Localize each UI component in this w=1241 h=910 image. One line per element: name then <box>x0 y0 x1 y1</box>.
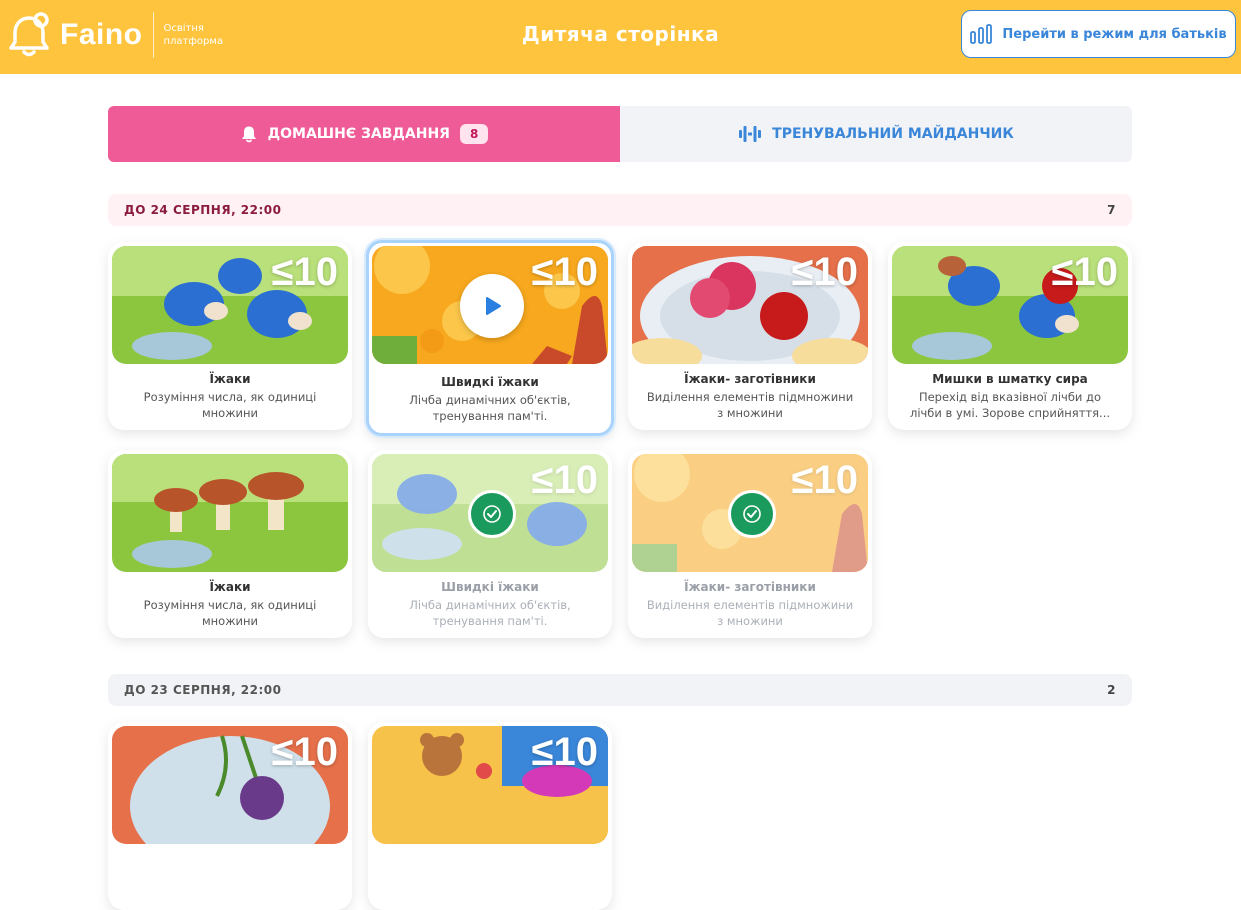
homework-count-badge: 8 <box>459 124 489 144</box>
number-limit-label: ≤10 <box>531 458 598 502</box>
number-limit-label: ≤10 <box>271 730 338 774</box>
deadline-date: ДО 24 СЕРПНЯ, 22:00 <box>124 203 282 217</box>
task-title: Їжаки- заготівники <box>684 372 816 386</box>
task-image <box>112 454 348 572</box>
task-card[interactable]: ≤10 <box>108 722 352 910</box>
bar-chart-icon <box>970 24 993 44</box>
number-limit-label: ≤10 <box>791 250 858 294</box>
tab-training-label: ТРЕНУВАЛЬНИЙ МАЙДАНЧИК <box>772 126 1014 142</box>
bell-icon <box>241 126 256 143</box>
deadline-section-header: ДО 24 СЕРПНЯ, 22:00 7 <box>108 194 1132 226</box>
dumbbell-icon <box>739 126 762 142</box>
task-title: Їжаки- заготівники <box>684 580 816 594</box>
number-limit-label: ≤10 <box>531 730 598 774</box>
task-title: Їжаки <box>209 372 251 386</box>
task-description: Виділення елементів підмножини з множини <box>646 598 854 628</box>
top-header: Faino Освітня платформа Дитяча сторінка П… <box>0 0 1241 74</box>
task-image: ≤10 <box>372 246 608 364</box>
deadline-section-header: ДО 23 СЕРПНЯ, 22:00 2 <box>108 674 1132 706</box>
play-icon <box>486 297 501 315</box>
deadline-date: ДО 23 СЕРПНЯ, 22:00 <box>124 683 282 697</box>
tab-training[interactable]: ТРЕНУВАЛЬНИЙ МАЙДАНЧИК <box>620 106 1132 162</box>
task-description: Лічба динамічних об'єктів, тренування па… <box>409 598 571 628</box>
task-card[interactable]: ≤10 Їжаки Розуміння числа, як одиниці мн… <box>108 242 352 430</box>
task-description: Лічба динамічних об'єктів, тренування па… <box>409 393 571 423</box>
tab-homework[interactable]: ДОМАШНЄ ЗАВДАННЯ 8 <box>108 106 620 162</box>
task-image: ≤10 <box>112 726 348 844</box>
completed-check-icon <box>728 490 776 538</box>
main-tabs: ДОМАШНЄ ЗАВДАННЯ 8 ТРЕНУВАЛЬНИЙ МАЙДАНЧИ… <box>108 106 1132 162</box>
task-title: Швидкі їжаки <box>441 375 539 389</box>
deadline-task-count: 7 <box>1107 203 1116 217</box>
task-title: Мишки в шматку сира <box>932 372 1088 386</box>
task-description: Розуміння числа, як одиниці множини <box>143 390 317 420</box>
number-limit-label: ≤10 <box>1051 250 1118 294</box>
number-limit-label: ≤10 <box>791 458 858 502</box>
parent-mode-label: Перейти в режим для батьків <box>1002 26 1227 42</box>
tab-homework-label: ДОМАШНЄ ЗАВДАННЯ <box>267 126 450 142</box>
task-image: ≤10 <box>112 246 348 364</box>
task-image: ≤10 <box>372 726 608 844</box>
task-image: ≤10 <box>632 246 868 364</box>
task-card-completed[interactable]: ≤10 Швидкі їжаки Лічба динамічних об'єкт… <box>368 450 612 638</box>
task-image: ≤10 <box>892 246 1128 364</box>
task-card[interactable]: Їжаки Розуміння числа, як одиниці множин… <box>108 450 352 638</box>
task-card[interactable]: ≤10 Їжаки- заготівники Виділення елемент… <box>628 242 872 430</box>
task-description: Розуміння числа, як одиниці множини <box>143 598 317 628</box>
task-title: Швидкі їжаки <box>441 580 539 594</box>
task-description: Виділення елементів підмножини з множини <box>646 390 854 420</box>
deadline-task-count: 2 <box>1107 683 1116 697</box>
task-card[interactable]: ≤10 Мишки в шматку сира Перехід від вказ… <box>888 242 1132 430</box>
task-description: Перехід від вказівної лічби до лічби в у… <box>909 390 1111 420</box>
number-limit-label: ≤10 <box>271 250 338 294</box>
parent-mode-button[interactable]: Перейти в режим для батьків <box>961 10 1236 58</box>
completed-check-icon <box>468 490 516 538</box>
number-limit-label: ≤10 <box>531 250 598 294</box>
play-button[interactable] <box>460 274 524 338</box>
task-card[interactable]: ≤10 <box>368 722 612 910</box>
task-title: Їжаки <box>209 580 251 594</box>
task-card-selected[interactable]: ≤10 Швидкі їжаки Лічба динамічних об'єкт… <box>366 240 614 436</box>
task-card-completed[interactable]: ≤10 Їжаки- заготівники Виділення елемент… <box>628 450 872 638</box>
